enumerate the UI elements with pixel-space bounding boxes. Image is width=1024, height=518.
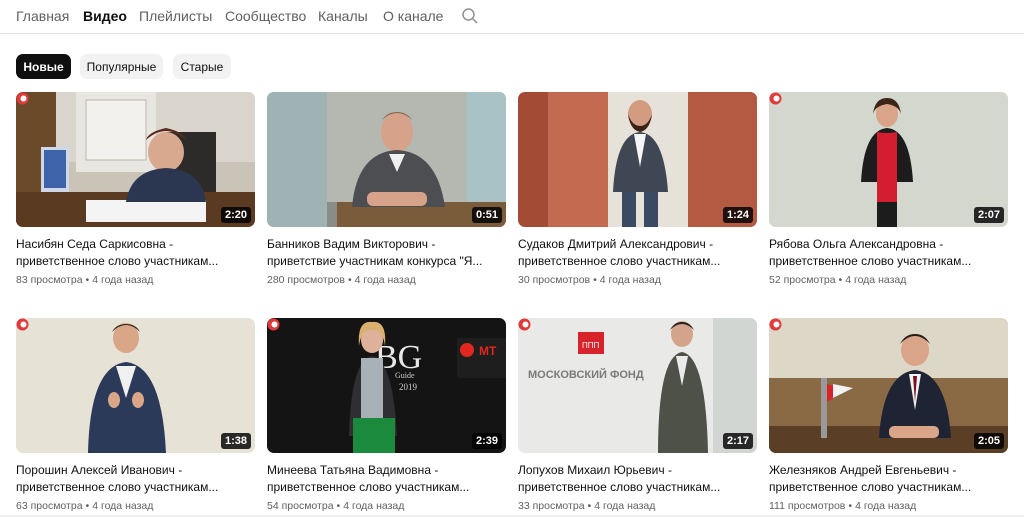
video-card[interactable]: 2:05 Железняков Андрей Евгеньевич - приве… xyxy=(769,318,1008,513)
video-card[interactable]: 2:07 Рябова Ольга Александровна - приветс… xyxy=(769,92,1008,287)
bg-guide-text: Guide xyxy=(395,371,415,380)
video-title[interactable]: Порошин Алексей Иванович - приветственное… xyxy=(16,462,241,496)
search-icon[interactable] xyxy=(461,7,479,25)
chip-oldest[interactable]: Старые xyxy=(173,54,231,79)
chip-popular[interactable]: Популярные xyxy=(80,54,163,79)
channel-logo-icon xyxy=(769,318,782,331)
thumbnail-image xyxy=(769,92,1008,227)
channel-logo-icon xyxy=(267,318,280,331)
video-meta: 54 просмотра • 4 года назад xyxy=(267,500,405,512)
video-thumbnail[interactable]: 1:38 xyxy=(16,318,255,453)
thumbnail-image xyxy=(16,92,255,227)
channel-tabs: Главная Видео Плейлисты Сообщество Канал… xyxy=(0,0,1024,34)
video-card[interactable]: 1:38 Порошин Алексей Иванович - приветств… xyxy=(16,318,255,513)
video-card[interactable]: 0:51 Банников Вадим Викторович - приветст… xyxy=(267,92,506,287)
mt-logo-text: МТ xyxy=(479,344,497,358)
video-card[interactable]: ППП МОСКОВСКИЙ ФОНД 2:17 Лопухов Михаил … xyxy=(518,318,757,513)
video-title[interactable]: Насибян Седа Саркисовна - приветственное … xyxy=(16,236,241,270)
thumbnail-image xyxy=(769,318,1008,453)
video-thumbnail[interactable]: 2:20 xyxy=(16,92,255,227)
video-duration: 2:17 xyxy=(722,433,753,449)
video-meta: 52 просмотра • 4 года назад xyxy=(769,274,907,286)
video-title[interactable]: Судаков Дмитрий Александрович - приветств… xyxy=(518,236,743,270)
tab-playlists[interactable]: Плейлисты xyxy=(139,7,212,25)
tab-channels[interactable]: Каналы xyxy=(318,7,368,25)
tab-about[interactable]: О канале xyxy=(383,7,443,25)
video-duration: 2:07 xyxy=(973,207,1004,223)
video-thumbnail[interactable]: 1:24 xyxy=(518,92,757,227)
fund-name-text: МОСКОВСКИЙ ФОНД xyxy=(528,368,644,381)
video-card[interactable]: 1:24 Судаков Дмитрий Александрович - прив… xyxy=(518,92,757,287)
video-title[interactable]: Банников Вадим Викторович - приветствие у… xyxy=(267,236,492,270)
video-thumbnail[interactable]: 2:07 xyxy=(769,92,1008,227)
video-duration: 2:20 xyxy=(220,207,251,223)
video-title[interactable]: Минеева Татьяна Вадимовна - приветственно… xyxy=(267,462,492,496)
video-duration: 0:51 xyxy=(471,207,502,223)
channel-logo-icon xyxy=(16,92,29,105)
thumbnail-image xyxy=(267,92,506,227)
divider xyxy=(0,515,1024,517)
video-meta: 30 просмотров • 4 года назад xyxy=(518,274,661,286)
video-thumbnail[interactable]: BG Guide 2019 МТ 2:39 xyxy=(267,318,506,453)
video-meta: 280 просмотров • 4 года назад xyxy=(267,274,416,286)
video-meta: 33 просмотра • 4 года назад xyxy=(518,500,656,512)
thumbnail-image xyxy=(16,318,255,453)
channel-logo-icon xyxy=(518,318,531,331)
video-card[interactable]: 2:20 Насибян Седа Саркисовна - приветстве… xyxy=(16,92,255,287)
chip-newest[interactable]: Новые xyxy=(16,54,71,79)
channel-logo-icon xyxy=(16,318,29,331)
video-duration: 1:24 xyxy=(722,207,753,223)
video-thumbnail[interactable]: 2:05 xyxy=(769,318,1008,453)
tab-community[interactable]: Сообщество xyxy=(225,7,306,25)
video-duration: 2:39 xyxy=(471,433,502,449)
video-card[interactable]: BG Guide 2019 МТ 2:39 Минеева Татьяна Ва… xyxy=(267,318,506,513)
video-title[interactable]: Железняков Андрей Евгеньевич - приветстве… xyxy=(769,462,994,496)
tab-home[interactable]: Главная xyxy=(16,7,69,25)
channel-logo-icon xyxy=(769,92,782,105)
thumbnail-image: ППП МОСКОВСКИЙ ФОНД xyxy=(518,318,757,453)
video-meta: 111 просмотров • 4 года назад xyxy=(769,500,917,512)
video-meta: 83 просмотра • 4 года назад xyxy=(16,274,154,286)
video-meta: 63 просмотра • 4 года назад xyxy=(16,500,154,512)
bg-year-text: 2019 xyxy=(399,382,418,392)
thumbnail-image: BG Guide 2019 МТ xyxy=(267,318,506,453)
thumbnail-image xyxy=(518,92,757,227)
video-duration: 2:05 xyxy=(973,433,1004,449)
video-thumbnail[interactable]: ППП МОСКОВСКИЙ ФОНД 2:17 xyxy=(518,318,757,453)
tab-videos[interactable]: Видео xyxy=(83,7,127,25)
video-duration: 1:38 xyxy=(220,433,251,449)
video-title[interactable]: Рябова Ольга Александровна - приветственн… xyxy=(769,236,994,270)
video-title[interactable]: Лопухов Михаил Юрьевич - приветственное с… xyxy=(518,462,743,496)
fund-logo-text: ППП xyxy=(582,341,600,350)
video-thumbnail[interactable]: 0:51 xyxy=(267,92,506,227)
